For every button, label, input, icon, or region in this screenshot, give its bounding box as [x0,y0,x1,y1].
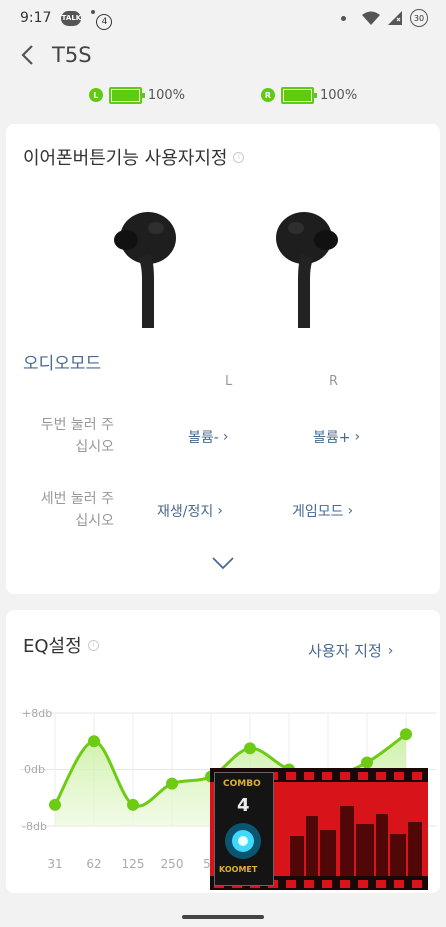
double-press-left-option[interactable]: 볼륨- › [188,427,228,447]
triple-press-label: 세번 눌러 주 십시오 [26,488,114,532]
double-press-right-option[interactable]: 볼륨+ › [313,427,360,447]
battery-saver-icon: 30 [410,9,428,27]
right-battery-text: 100% [320,87,358,103]
eq-title: EQ설정 i [23,632,99,658]
back-button[interactable] [20,40,50,70]
status-icons: 30 [341,9,428,27]
column-right-label: R [329,374,339,389]
page-title: T5S [52,43,92,67]
eq-y-label-mid: 0db [24,763,45,776]
city-skyline-image [290,806,422,876]
double-press-label-line2: 십시오 [75,439,114,455]
eq-x-label-31: 31 [47,857,62,871]
chevron-right-icon: › [354,429,361,445]
right-battery: R 100% [261,86,358,104]
chevron-right-icon: › [222,429,229,445]
eq-y-label-bottom: -8db [22,820,47,833]
double-press-label: 두번 눌러 주 십시오 [26,414,114,458]
game-thumbnail: COMBO 4 KOOMET [214,772,274,886]
button-settings-title: 이어폰버튼기능 사용자지정 i [23,144,245,170]
info-icon[interactable]: i [233,151,245,163]
app-header: T5S [0,36,446,74]
cell-signal-icon [388,11,402,25]
left-battery: L 100% [88,86,185,104]
earbud-battery-row: L 100% R 100% [0,84,446,106]
status-time: 9:17 [20,10,52,26]
eq-x-label-125: 125 [122,857,145,871]
eq-point-31[interactable] [49,798,61,811]
eq-x-label-62: 62 [86,857,101,871]
notification-dot-icon [91,10,96,14]
eq-preset-text: 사용자 지정 [308,642,382,660]
game-label-text: KOOMET [219,865,258,874]
glow-orb-icon [225,823,261,859]
right-battery-icon [281,86,317,104]
right-battery-fill [284,89,311,101]
right-side-badge: R [261,88,275,102]
eq-point-1k[interactable] [244,742,256,755]
eq-point-8k[interactable] [361,756,373,769]
right-earbud-icon [276,212,338,328]
wifi-icon [362,11,380,25]
eq-point-16k[interactable] [400,728,412,741]
triple-press-right-option[interactable]: 게임모드 › [292,501,353,521]
gesture-nav-bar[interactable] [182,915,264,919]
status-bar: 9:17 TALK 4 30 [0,0,446,36]
triple-press-right-value: 게임모드 [292,504,344,520]
left-battery-icon [108,86,145,104]
combo-text: COMBO [223,779,261,789]
eq-x-label-250: 250 [161,857,184,871]
chevron-left-icon [21,45,33,65]
kakaotalk-icon: TALK [61,10,82,26]
eq-point-125[interactable] [127,798,139,811]
chevron-right-icon: › [387,642,394,659]
eq-x-labels: 31 62 125 250 5 [47,857,210,871]
notification-count-badge: 4 [96,14,113,30]
chevron-right-icon: › [347,503,354,519]
audio-mode-label[interactable]: 오디오모드 [23,349,101,374]
triple-press-left-value: 재생/정지 [157,504,214,520]
eq-point-250[interactable] [166,777,178,790]
video-overlay[interactable]: COMBO 4 KOOMET [210,768,428,890]
eq-title-text: EQ설정 [23,636,82,657]
info-icon[interactable]: i [87,639,99,651]
button-settings-card: 이어폰버튼기능 사용자지정 i 오디오모드 L R 두번 눌러 주 십시오 볼륨… [6,124,440,594]
double-press-left-value: 볼륨- [188,430,219,446]
left-earbud-icon [114,212,176,328]
chevron-right-icon: › [217,503,223,519]
eq-point-62[interactable] [88,735,100,748]
combo-count: 4 [237,795,250,816]
earbuds-image [114,212,338,328]
triple-press-left-option[interactable]: 재생/정지 › [157,501,223,521]
status-dot-icon [341,15,346,21]
expand-chevron-down-icon[interactable] [211,554,235,574]
eq-y-label-top: +8db [22,707,52,720]
column-left-label: L [225,374,233,389]
triple-press-label-line1: 세번 눌러 주 [40,491,114,507]
left-side-badge: L [88,88,103,102]
triple-press-label-line2: 십시오 [75,513,114,529]
double-press-right-value: 볼륨+ [313,430,351,446]
left-battery-text: 100% [147,87,185,103]
double-press-label-line1: 두번 눌러 주 [40,417,114,433]
left-battery-fill [111,89,139,101]
eq-preset-link[interactable]: 사용자 지정 › [308,640,393,661]
button-settings-title-text: 이어폰버튼기능 사용자지정 [23,148,228,169]
